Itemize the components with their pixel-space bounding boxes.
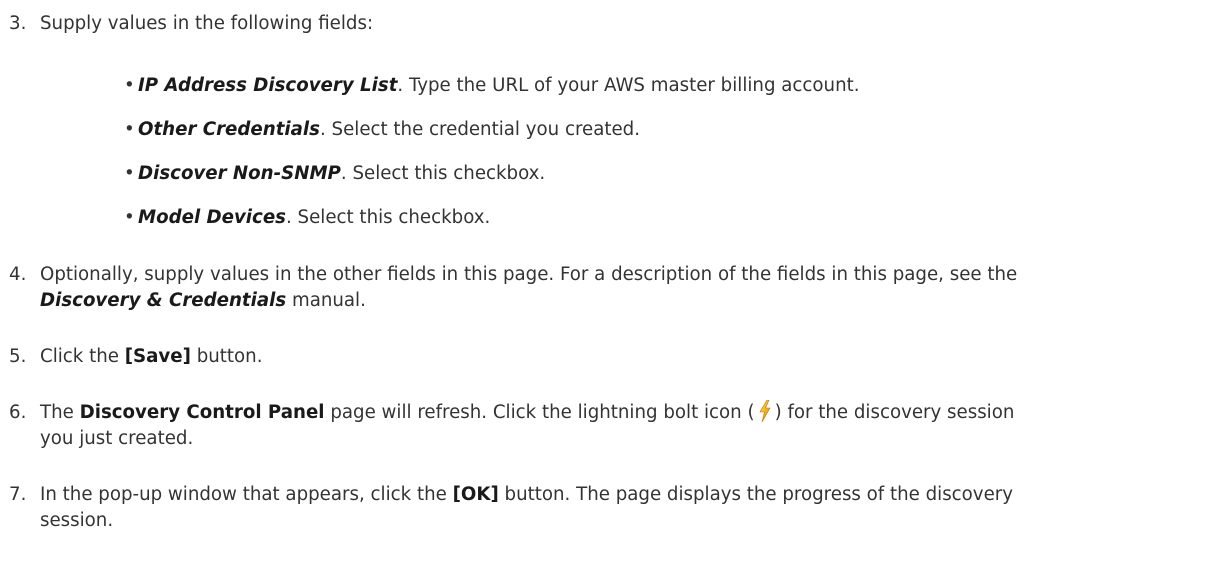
step-text: Optionally, supply values in the other f… xyxy=(40,264,1018,285)
bullet-dot: • xyxy=(124,207,135,228)
step-text-continued: session. xyxy=(40,510,114,531)
field-description: . Select this checkbox. xyxy=(285,207,491,228)
step-number: 4. xyxy=(9,264,27,285)
step-number: 7. xyxy=(9,484,27,505)
step-text-prefix: In the pop-up window that appears, click… xyxy=(40,484,453,505)
lightning-bolt-icon xyxy=(758,399,772,423)
field-name: IP Address Discovery List xyxy=(138,75,398,96)
manual-name: Discovery & Credentials xyxy=(40,290,287,311)
field-description: . Select this checkbox. xyxy=(340,163,546,184)
page-name: Discovery Control Panel xyxy=(79,402,325,423)
step-number: 3. xyxy=(9,13,27,34)
step-text: The Discovery Control Panel page will re… xyxy=(40,399,1015,426)
step-text-suffix: button. The page displays the progress o… xyxy=(498,484,1014,505)
step-text: Supply values in the following fields: xyxy=(40,13,374,34)
step-text-prefix: Click the xyxy=(40,346,125,367)
bullet-dot: • xyxy=(124,163,135,184)
field-description: . Type the URL of your AWS master billin… xyxy=(397,75,860,96)
list-item-text: Model Devices. Select this checkbox. xyxy=(138,205,490,231)
step-text-middle: page will refresh. Click the lightning b… xyxy=(324,402,755,423)
bullet-dot: • xyxy=(124,75,135,96)
save-button-label: [Save] xyxy=(124,346,191,367)
field-name: Discover Non-SNMP xyxy=(138,163,341,184)
step-number: 6. xyxy=(9,402,27,423)
step-text-prefix: The xyxy=(40,402,80,423)
list-item-text: Other Credentials. Select the credential… xyxy=(138,117,640,143)
bullet-dot: • xyxy=(124,119,135,140)
step-text-suffix: manual. xyxy=(286,290,366,311)
step-text-suffix: ) for the discovery session xyxy=(774,402,1015,423)
list-item-text: IP Address Discovery List. Type the URL … xyxy=(138,73,860,99)
step-text: Click the [Save] button. xyxy=(40,344,263,370)
list-item-text: Discover Non-SNMP. Select this checkbox. xyxy=(138,161,545,187)
step-number: 5. xyxy=(9,346,27,367)
field-name: Other Credentials xyxy=(138,119,320,140)
step-text-continued: you just created. xyxy=(40,428,194,449)
field-name: Model Devices xyxy=(138,207,286,228)
field-description: . Select the credential you created. xyxy=(319,119,640,140)
step-text-continued: Discovery & Credentials manual. xyxy=(40,288,366,314)
step-text-suffix: button. xyxy=(190,346,263,367)
step-text: In the pop-up window that appears, click… xyxy=(40,482,1013,508)
ok-button-label: [OK] xyxy=(452,484,499,505)
